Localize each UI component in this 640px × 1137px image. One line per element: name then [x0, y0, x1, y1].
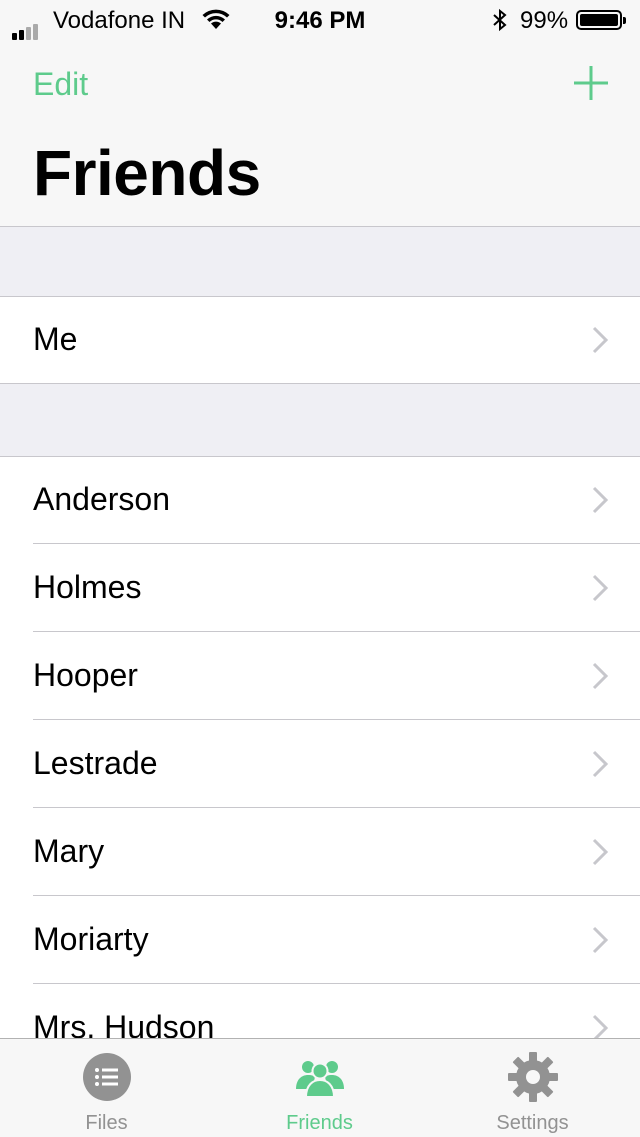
- list-item-label: Holmes: [33, 569, 142, 605]
- chevron-right-icon: [592, 486, 609, 514]
- chevron-right-icon: [592, 574, 609, 602]
- gear-icon: [507, 1052, 558, 1102]
- chevron-right-icon: [592, 750, 609, 778]
- list-item-label: Moriarty: [33, 921, 149, 957]
- list-item-label: Mrs. Hudson: [33, 1009, 215, 1038]
- chevron-right-icon: [592, 926, 609, 954]
- add-icon[interactable]: [572, 64, 610, 102]
- battery-icon: [576, 10, 626, 30]
- tab-files[interactable]: Files: [0, 1039, 213, 1137]
- list-item[interactable]: Moriarty: [0, 896, 640, 984]
- friends-list[interactable]: Anderson Holmes Hooper Lestrade Mary Mor…: [0, 456, 640, 1038]
- list-icon: [82, 1053, 131, 1101]
- group-icon: [295, 1061, 344, 1098]
- bluetooth-icon: [493, 8, 507, 32]
- list-item[interactable]: Lestrade: [0, 720, 640, 808]
- list-item-me[interactable]: Me: [0, 296, 640, 384]
- tab-label: Settings: [496, 1112, 569, 1134]
- tab-label: Files: [85, 1112, 128, 1134]
- list-item[interactable]: Holmes: [0, 544, 640, 632]
- page-title: Friends: [33, 137, 261, 209]
- tab-label: Friends: [286, 1112, 353, 1134]
- edit-button[interactable]: Edit: [33, 66, 88, 103]
- battery-percentage: 99%: [520, 7, 569, 34]
- chevron-right-icon: [592, 1014, 609, 1038]
- list-item-label: Mary: [33, 833, 105, 869]
- navigation-header: Vodafone IN 9:46 PM 99% Edit Friends: [0, 0, 640, 227]
- list-item-label: Anderson: [33, 481, 170, 517]
- chevron-right-icon: [592, 326, 609, 354]
- list-item[interactable]: Hooper: [0, 632, 640, 720]
- chevron-right-icon: [592, 838, 609, 866]
- list-item[interactable]: Anderson: [0, 456, 640, 544]
- tab-bar: Files Friends Settings: [0, 1038, 640, 1137]
- list-item-label: Hooper: [33, 657, 138, 693]
- list-item-label: Lestrade: [33, 745, 158, 781]
- list-item[interactable]: Mrs. Hudson: [0, 984, 640, 1038]
- status-bar: Vodafone IN 9:46 PM 99%: [0, 0, 640, 40]
- list-item[interactable]: Mary: [0, 808, 640, 896]
- tab-settings[interactable]: Settings: [426, 1039, 639, 1137]
- tab-friends[interactable]: Friends: [213, 1039, 426, 1137]
- list-item-label: Me: [33, 321, 78, 357]
- chevron-right-icon: [592, 662, 609, 690]
